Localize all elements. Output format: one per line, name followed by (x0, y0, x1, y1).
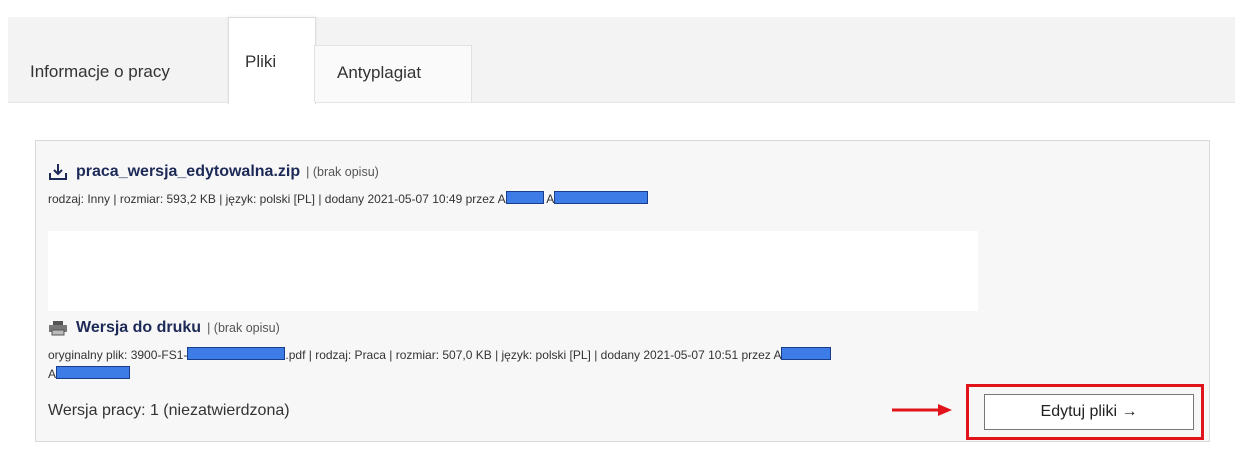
file-meta-line2: A (48, 366, 831, 381)
file-item: praca_wersja_edytowalna.zip | (brak opis… (48, 163, 649, 206)
tab-pliki[interactable]: Pliki (228, 17, 316, 104)
redaction-box (56, 366, 131, 379)
annotation-arrow-icon (892, 404, 952, 416)
redaction-box (781, 347, 832, 360)
file-description: | (brak opisu) (207, 321, 280, 335)
tab-label: Antyplagiat (337, 63, 422, 82)
tab-label: Informacje o pracy (30, 62, 170, 81)
tab-label: Pliki (245, 52, 277, 71)
tab-informacje-o-pracy[interactable]: Informacje o pracy (30, 62, 170, 82)
tab-bar: Informacje o pracy Pliki Antyplagiat (8, 17, 1235, 104)
file-name-link[interactable]: Wersja do druku (76, 319, 201, 337)
tab-antyplagiat[interactable]: Antyplagiat (314, 45, 472, 102)
file-name-link[interactable]: praca_wersja_edytowalna.zip (76, 163, 300, 181)
edit-files-button[interactable]: Edytuj pliki → (984, 394, 1194, 430)
blank-area (48, 231, 978, 311)
printer-icon[interactable] (48, 319, 68, 337)
download-icon[interactable] (48, 163, 68, 181)
redaction-box (554, 191, 649, 204)
version-status: Wersja pracy: 1 (niezatwierdzona) (48, 402, 290, 419)
file-meta: rodzaj: Inny | rozmiar: 593,2 KB | język… (48, 191, 649, 206)
file-meta: oryginalny plik: 3900-FS1- .pdf | rodzaj:… (48, 347, 832, 362)
file-description: | (brak opisu) (306, 165, 379, 179)
file-item: Wersja do druku | (brak opisu) oryginaln… (48, 319, 832, 381)
redaction-box (505, 191, 544, 204)
redaction-box (187, 347, 286, 360)
